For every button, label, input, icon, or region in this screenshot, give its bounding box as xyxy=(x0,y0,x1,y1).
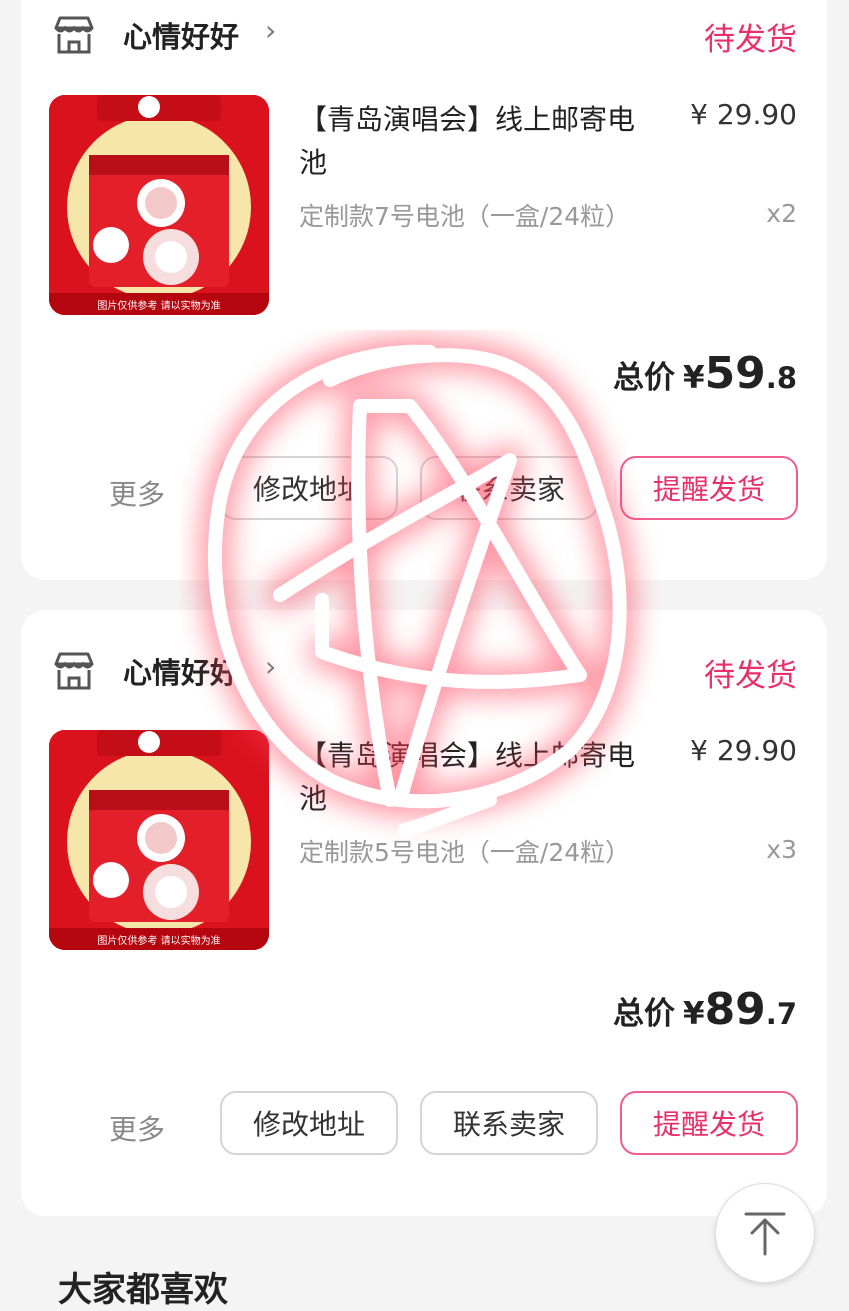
product-quantity: x2 xyxy=(766,199,797,228)
shop-name[interactable]: 心情好好 xyxy=(123,650,239,692)
product-image[interactable]: 图片仅供参考 请以实物为准 xyxy=(49,95,269,315)
product-illustration: 图片仅供参考 请以实物为准 xyxy=(49,730,269,950)
total-label: 总价 xyxy=(612,360,675,396)
total-integer: 59 xyxy=(704,348,766,399)
chevron-right-icon[interactable]: › xyxy=(265,14,276,47)
product-spec: 定制款7号电池（一盒/24粒） xyxy=(299,202,631,231)
product-image[interactable]: 图片仅供参考 请以实物为准 xyxy=(49,730,269,950)
product-illustration: 图片仅供参考 请以实物为准 xyxy=(49,95,269,315)
chevron-right-icon[interactable]: › xyxy=(265,650,276,683)
section-title: 大家都喜欢 xyxy=(58,1270,228,1310)
total-currency: ¥ xyxy=(682,996,705,1032)
total-currency: ¥ xyxy=(682,360,705,396)
order-status: 待发货 xyxy=(704,658,797,694)
shop-name[interactable]: 心情好好 xyxy=(123,14,239,56)
more-button[interactable]: 更多 xyxy=(109,473,165,513)
back-to-top-button[interactable] xyxy=(715,1183,815,1283)
order-total: 总价 ¥59.8 xyxy=(613,348,797,399)
product-title[interactable]: 【青岛演唱会】线上邮寄电池 xyxy=(299,734,659,820)
remind-shipping-button[interactable]: 提醒发货 xyxy=(620,456,798,520)
contact-seller-button[interactable]: 联系卖家 xyxy=(420,1091,598,1155)
modify-address-button[interactable]: 修改地址 xyxy=(220,456,398,520)
more-button[interactable]: 更多 xyxy=(109,1108,165,1148)
order-total: 总价 ¥89.7 xyxy=(613,984,797,1035)
order-card[interactable]: 心情好好 › 待发货 图片仅供参考 请以实物为准 【青岛演唱会】线上邮寄电池 ¥… xyxy=(21,0,827,580)
product-quantity: x3 xyxy=(766,835,797,864)
image-caption: 图片仅供参考 请以实物为准 xyxy=(97,299,220,312)
image-caption: 图片仅供参考 请以实物为准 xyxy=(97,934,220,947)
shop-icon xyxy=(54,652,94,690)
product-price: ¥ 29.90 xyxy=(690,734,797,767)
shop-icon xyxy=(54,16,94,54)
product-spec: 定制款5号电池（一盒/24粒） xyxy=(299,838,631,867)
modify-address-button[interactable]: 修改地址 xyxy=(220,1091,398,1155)
product-title[interactable]: 【青岛演唱会】线上邮寄电池 xyxy=(299,98,659,184)
product-price: ¥ 29.90 xyxy=(690,98,797,131)
total-decimal: .8 xyxy=(765,361,797,395)
arrow-up-to-top-icon xyxy=(744,1212,786,1256)
total-integer: 89 xyxy=(704,984,766,1035)
remind-shipping-button[interactable]: 提醒发货 xyxy=(620,1091,798,1155)
total-decimal: .7 xyxy=(765,997,797,1031)
order-card[interactable]: 心情好好 › 待发货 图片仅供参考 请以实物为准 【青岛演唱会】线上邮寄电池 ¥… xyxy=(21,610,827,1216)
total-label: 总价 xyxy=(612,996,675,1032)
contact-seller-button[interactable]: 联系卖家 xyxy=(420,456,598,520)
order-status: 待发货 xyxy=(704,22,797,58)
